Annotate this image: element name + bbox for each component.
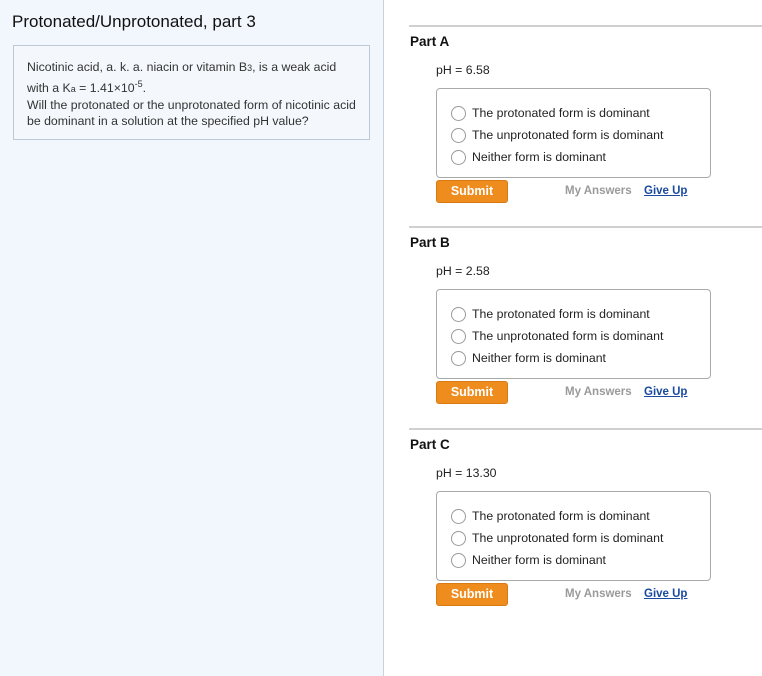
intro-text: Nicotinic acid, a. k. a. niacin or vitam… [27,60,248,74]
answer-choices: The protonated form is dominant The unpro… [436,491,711,581]
answer-option[interactable]: Neither form is dominant [437,347,710,369]
radio-button[interactable] [451,127,466,143]
divider [409,226,762,228]
part-a: Part A pH = 6.58 The protonated form is … [409,25,762,225]
intro-text: = 1.41×10 [75,81,135,96]
option-label: The protonated form is dominant [472,307,650,321]
option-label: The unprotonated form is dominant [472,329,664,343]
part-c: Part C pH = 13.30 The protonated form is… [409,428,762,628]
intro-text: , is a weak acid [252,60,337,74]
answer-option[interactable]: The unprotonated form is dominant [437,325,710,347]
answer-option[interactable]: Neither form is dominant [437,549,710,571]
ph-value: pH = 6.58 [436,63,490,77]
ph-value: pH = 13.30 [436,466,497,480]
option-label: Neither form is dominant [472,351,606,365]
give-up-link[interactable]: Give Up [644,386,687,398]
part-label: Part C [410,437,450,452]
option-label: The protonated form is dominant [472,509,650,523]
my-answers-link[interactable]: My Answers [565,386,632,398]
my-answers-link[interactable]: My Answers [565,588,632,600]
part-b: Part B pH = 2.58 The protonated form is … [409,226,762,426]
radio-button[interactable] [451,552,466,568]
give-up-link[interactable]: Give Up [644,588,687,600]
answer-option[interactable]: Neither form is dominant [437,146,710,168]
radio-button[interactable] [451,149,466,165]
radio-button[interactable] [451,350,466,366]
radio-button[interactable] [451,328,466,344]
left-panel: Protonated/Unprotonated, part 3 Nicotini… [0,0,384,676]
intro-text: . [142,81,147,96]
divider [409,428,762,430]
problem-intro: Nicotinic acid, a. k. a. niacin or vitam… [13,45,370,140]
answer-option[interactable]: The unprotonated form is dominant [437,527,710,549]
give-up-link[interactable]: Give Up [644,185,687,197]
submit-button[interactable]: Submit [436,583,508,606]
exponent: -5 [134,79,143,89]
part-label: Part A [410,34,450,49]
answer-option[interactable]: The protonated form is dominant [437,505,710,527]
ph-value: pH = 2.58 [436,264,490,278]
option-label: The protonated form is dominant [472,106,650,120]
radio-button[interactable] [451,530,466,546]
answer-choices: The protonated form is dominant The unpro… [436,88,711,178]
answer-option[interactable]: The protonated form is dominant [437,303,710,325]
radio-button[interactable] [451,105,466,121]
submit-button[interactable]: Submit [436,180,508,203]
option-label: The unprotonated form is dominant [472,531,664,545]
question-text: Will the protonated or the unprotonated … [27,98,356,129]
my-answers-link[interactable]: My Answers [565,185,632,197]
option-label: Neither form is dominant [472,150,606,164]
intro-text: with a K [27,81,71,96]
option-label: Neither form is dominant [472,553,606,567]
part-label: Part B [410,235,450,250]
option-label: The unprotonated form is dominant [472,128,664,142]
answer-option[interactable]: The protonated form is dominant [437,102,710,124]
divider [409,25,762,27]
submit-button[interactable]: Submit [436,381,508,404]
answer-choices: The protonated form is dominant The unpro… [436,289,711,379]
radio-button[interactable] [451,508,466,524]
answer-option[interactable]: The unprotonated form is dominant [437,124,710,146]
radio-button[interactable] [451,306,466,322]
page-title: Protonated/Unprotonated, part 3 [12,12,256,31]
